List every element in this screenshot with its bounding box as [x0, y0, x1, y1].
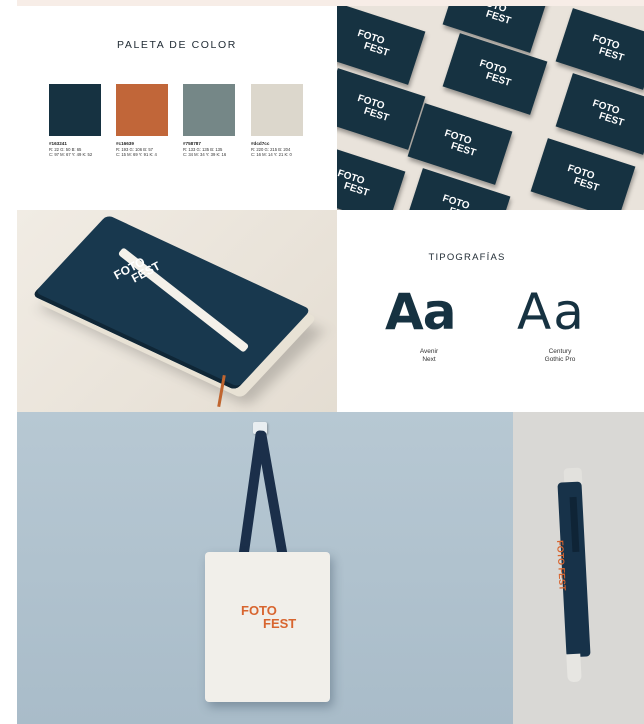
swatch-cmyk: C: 34 M: 34 Y: 39 K: 16	[183, 152, 227, 157]
pen-mockup: FOTO FEST	[513, 412, 644, 724]
swatch-navy	[49, 84, 101, 136]
font-sample-light: Aa	[517, 283, 586, 341]
card-logo: FOTOFEST	[441, 193, 475, 210]
font-name-century-gothic: Century Gothic Pro	[544, 348, 576, 363]
card-logo: FOTOFEST	[478, 58, 513, 90]
business-card: FOTOFEST	[337, 143, 406, 210]
typography-title: TIPOGRAFÍAS	[428, 252, 506, 263]
font-name-avenir: Avenir Next	[419, 348, 439, 363]
pen-tip	[566, 653, 582, 683]
swatch-beige	[251, 84, 303, 136]
bag-logo: FOTO FEST	[241, 603, 297, 631]
card-logo: FOTOFEST	[591, 98, 626, 130]
tote-bag: FOTO FEST	[205, 552, 330, 702]
swatch-cmyk: C: 97 M: 67 Y: 49 K: 52	[49, 152, 93, 157]
tote-bag-mockup: FOTO FEST	[17, 412, 513, 724]
business-card: FOTOFEST	[555, 8, 644, 90]
card-logo: FOTOFEST	[356, 28, 391, 60]
swatch-hex: #163241	[49, 141, 67, 146]
swatch-cmyk: C: 15 M: 69 Y: 91 K: 4	[116, 152, 157, 157]
bag-strap	[255, 430, 289, 560]
typography-panel: TIPOGRAFÍAS Aa Aa Avenir Next Century Goth…	[337, 210, 644, 412]
card-logo: FOTOFEST	[591, 33, 626, 65]
palette-title: PALETA DE COLOR	[117, 39, 237, 51]
swatch-hex: #dcd7cc	[251, 141, 270, 146]
swatch-hex: #758787	[183, 141, 201, 146]
business-card: FOTOFEST	[530, 138, 636, 210]
card-logo: FOTOFEST	[478, 6, 513, 28]
swatch-gray	[183, 84, 235, 136]
card-logo: FOTOFEST	[443, 128, 478, 160]
business-card: FOTOFEST	[337, 68, 426, 150]
card-logo: FOTOFEST	[356, 93, 391, 125]
card-logo: FOTOFEST	[566, 163, 601, 195]
business-cards-mockup: FOTOFEST FOTOFEST FOTOFEST FOTOFEST FOTO…	[337, 6, 644, 210]
font-sample-bold: Aa	[385, 283, 456, 341]
swatch-orange	[116, 84, 168, 136]
swatch-hex: #c16639	[116, 141, 134, 146]
notebook-mockup: FOTO FEST	[17, 210, 337, 412]
card-logo: FOTOFEST	[337, 168, 371, 200]
color-palette-panel: PALETA DE COLOR #163241 R: 22 G: 50 B: 6…	[17, 6, 337, 210]
swatch-cmyk: C: 16 M: 14 Y: 21 K: 0	[251, 152, 292, 157]
